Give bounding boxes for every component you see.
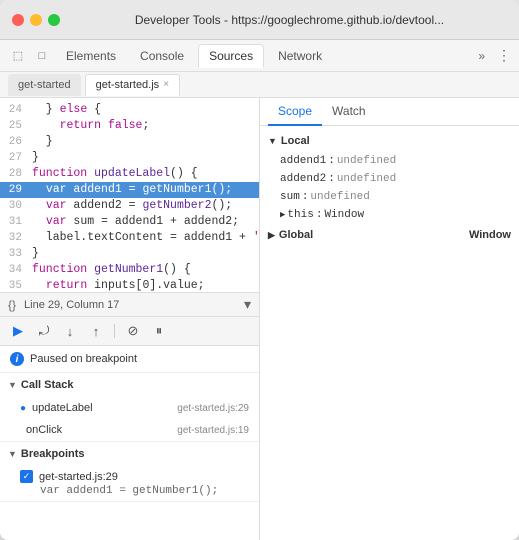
menu-button[interactable]: ⋮ xyxy=(497,47,511,64)
toolbar-separator xyxy=(114,324,115,338)
list-item[interactable]: onClick get-started.js:19 xyxy=(0,419,259,441)
navbar: ⬚ □ Elements Console Sources Network » ⋮ xyxy=(0,40,519,72)
table-row: 28 function updateLabel() { xyxy=(0,166,259,182)
box-icon: □ xyxy=(32,46,52,66)
tab-console[interactable]: Console xyxy=(130,44,194,68)
scope-content: ▼ Local addend1 : undefined addend2 : un… xyxy=(260,126,519,540)
breakpoint-alert: i Paused on breakpoint xyxy=(0,346,259,372)
list-item: sum : undefined xyxy=(260,188,519,206)
debug-left-panel: i Paused on breakpoint ▼ Call Stack ● up… xyxy=(0,346,259,540)
traffic-lights xyxy=(12,14,60,26)
scope-tabs: Scope Watch xyxy=(260,98,519,126)
callstack-icon: ● xyxy=(20,403,26,414)
breakpoint-alert-section: i Paused on breakpoint xyxy=(0,346,259,373)
cursor-position: Line 29, Column 17 xyxy=(24,299,236,311)
table-row: 31 var sum = addend1 + addend2; xyxy=(0,214,259,230)
cursor-icon: ⬚ xyxy=(8,46,28,66)
close-button[interactable] xyxy=(12,14,24,26)
resume-button[interactable]: ▶ xyxy=(8,321,28,341)
minimize-button[interactable] xyxy=(30,14,42,26)
step-into-button[interactable]: ↓ xyxy=(60,321,80,341)
list-item: ✓ get-started.js:29 var addend1 = getNum… xyxy=(0,466,259,501)
local-scope-header[interactable]: ▼ Local xyxy=(260,130,519,152)
list-item[interactable]: ▶ this : Window xyxy=(260,206,519,224)
status-bar: {} Line 29, Column 17 ▾ xyxy=(0,292,259,316)
debug-toolbar: ▶ ⤾ ↓ ↑ ⊘ ⏸ xyxy=(0,316,259,346)
pause-async-button[interactable]: ⏸ xyxy=(149,321,169,341)
table-row: 25 return false; xyxy=(0,118,259,134)
main-content: 24 } else { 25 return false; 26 } 27 } xyxy=(0,98,519,540)
more-tabs-button[interactable]: » xyxy=(478,49,485,63)
maximize-button[interactable] xyxy=(48,14,60,26)
code-lines: 24 } else { 25 return false; 26 } 27 } xyxy=(0,98,259,292)
braces-icon: {} xyxy=(8,298,16,312)
tab-watch[interactable]: Watch xyxy=(322,98,376,126)
expand-icon: ▶ xyxy=(280,210,285,220)
global-scope-header[interactable]: ▶ Global Window xyxy=(260,224,519,246)
devtools-window: Developer Tools - https://googlechrome.g… xyxy=(0,0,519,540)
table-row: 24 } else { xyxy=(0,102,259,118)
triangle-icon: ▼ xyxy=(8,449,17,459)
right-panel: Scope Watch ▼ Local addend1 : undefined … xyxy=(260,98,519,540)
table-row: 34 function getNumber1() { xyxy=(0,262,259,278)
step-out-button[interactable]: ↑ xyxy=(86,321,106,341)
table-row: 33 } xyxy=(0,246,259,262)
triangle-icon: ▼ xyxy=(8,380,17,390)
tab-sources[interactable]: Sources xyxy=(198,44,264,68)
tab-elements[interactable]: Elements xyxy=(56,44,126,68)
deactivate-button[interactable]: ⊘ xyxy=(123,321,143,341)
left-panel: 24 } else { 25 return false; 26 } 27 } xyxy=(0,98,260,540)
file-tab-close-icon[interactable]: × xyxy=(163,79,169,90)
list-item: addend1 : undefined xyxy=(260,152,519,170)
breakpoint-checkbox[interactable]: ✓ xyxy=(20,470,33,483)
list-item: addend2 : undefined xyxy=(260,170,519,188)
breakpoints-section: ▼ Breakpoints ✓ get-started.js:29 var ad… xyxy=(0,442,259,502)
file-tab-get-started[interactable]: get-started xyxy=(8,74,81,96)
debug-bottom-panels: i Paused on breakpoint ▼ Call Stack ● up… xyxy=(0,346,259,540)
info-icon: i xyxy=(10,352,24,366)
file-tabs-row: get-started get-started.js × xyxy=(0,72,519,98)
code-editor[interactable]: 24 } else { 25 return false; 26 } 27 } xyxy=(0,98,259,292)
scroll-icon: ▾ xyxy=(244,296,251,313)
highlighted-line: 29 var addend1 = getNumber1(); xyxy=(0,182,259,198)
triangle-icon: ▶ xyxy=(268,230,275,241)
title-bar: Developer Tools - https://googlechrome.g… xyxy=(0,0,519,40)
table-row: 32 label.textContent = addend1 + ' + ' +… xyxy=(0,230,259,246)
breakpoints-header[interactable]: ▼ Breakpoints xyxy=(0,442,259,466)
triangle-icon: ▼ xyxy=(268,136,277,146)
tab-network[interactable]: Network xyxy=(268,44,332,68)
table-row: 27 } xyxy=(0,150,259,166)
tab-scope[interactable]: Scope xyxy=(268,98,322,126)
table-row: 30 var addend2 = getNumber2(); xyxy=(0,198,259,214)
table-row: 26 } xyxy=(0,134,259,150)
list-item[interactable]: ● updateLabel get-started.js:29 xyxy=(0,397,259,419)
call-stack-section: ▼ Call Stack ● updateLabel get-started.j… xyxy=(0,373,259,442)
file-tab-get-started-js[interactable]: get-started.js × xyxy=(85,74,180,96)
call-stack-header[interactable]: ▼ Call Stack xyxy=(0,373,259,397)
step-over-button[interactable]: ⤾ xyxy=(34,321,54,341)
table-row: 35 return inputs[0].value; xyxy=(0,278,259,292)
window-title: Developer Tools - https://googlechrome.g… xyxy=(72,13,507,27)
breakpoint-code: var addend1 = getNumber1(); xyxy=(20,485,249,497)
